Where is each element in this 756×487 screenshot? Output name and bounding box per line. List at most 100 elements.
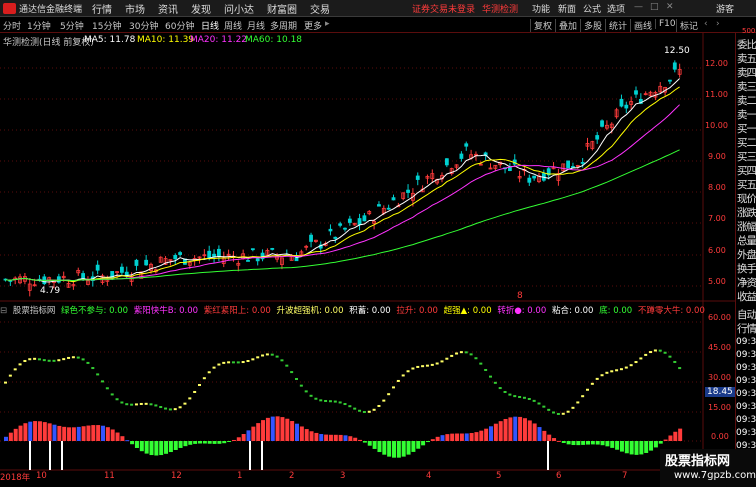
menu-item-wenxiaoda[interactable]: 问小达 bbox=[224, 1, 254, 16]
indicator-dot bbox=[125, 403, 129, 406]
menu-item-jiaoyi[interactable]: 交易 bbox=[310, 1, 330, 16]
indicator-dot bbox=[653, 349, 657, 352]
tool-huaxian[interactable]: 画线 bbox=[630, 19, 652, 32]
tool-fuquan[interactable]: 复权 bbox=[530, 19, 552, 32]
indicator-dot bbox=[362, 410, 366, 413]
menu-item-hangqing[interactable]: 行情 bbox=[92, 1, 112, 16]
indicator-bar bbox=[67, 427, 72, 441]
tool-tongji[interactable]: 统计 bbox=[605, 19, 627, 32]
indicator-bar bbox=[605, 441, 610, 447]
guest-label[interactable]: 游客 bbox=[716, 2, 734, 15]
period-1min[interactable]: 1分钟 bbox=[27, 19, 51, 32]
indicator-dot bbox=[57, 359, 61, 362]
indicator-dot bbox=[561, 412, 565, 415]
indicator-bar bbox=[532, 423, 537, 441]
indicator-dot bbox=[198, 384, 201, 387]
tool-biaoji[interactable]: 标记 bbox=[676, 19, 698, 32]
period-monthly[interactable]: 月线 bbox=[247, 19, 265, 32]
tool-diejia[interactable]: 叠加 bbox=[555, 19, 577, 32]
indicator-dot bbox=[440, 360, 444, 363]
indicator-menu-icon[interactable]: ⊟ bbox=[0, 306, 7, 316]
candle-body bbox=[464, 143, 469, 147]
indicator-dot bbox=[8, 374, 12, 377]
indicator-dot bbox=[600, 374, 604, 377]
indicator-dot bbox=[658, 349, 662, 352]
indicator-name: 股票指标网 bbox=[12, 306, 56, 316]
indicator-bar bbox=[358, 439, 363, 441]
indicator-bar bbox=[503, 418, 508, 441]
period-fenshi[interactable]: 分时 bbox=[3, 19, 21, 32]
indicator-dot bbox=[455, 352, 459, 355]
menu-item-xuanxiang[interactable]: 选项 bbox=[607, 2, 625, 15]
x-axis-label: 2018年 bbox=[0, 473, 31, 483]
period-5min[interactable]: 5分钟 bbox=[60, 19, 84, 32]
indicator-bar bbox=[508, 417, 513, 441]
indicator-bar bbox=[81, 426, 86, 441]
maximize-icon[interactable]: □ bbox=[650, 2, 659, 12]
indicator-dot bbox=[290, 371, 294, 374]
period-30min[interactable]: 30分钟 bbox=[129, 19, 158, 32]
indicator-bar bbox=[425, 441, 430, 443]
indicator-bar bbox=[396, 441, 401, 458]
quote-label: 卖三 bbox=[737, 81, 756, 93]
indicator-bar bbox=[173, 441, 178, 450]
next-icon[interactable]: › bbox=[716, 19, 720, 29]
stock-link[interactable]: 华测检测 bbox=[482, 2, 518, 15]
more-chevron-icon[interactable]: ▸ bbox=[325, 19, 330, 29]
menu-item-shichang[interactable]: 市场 bbox=[125, 1, 145, 16]
prev-icon[interactable]: ‹ bbox=[704, 19, 708, 29]
login-warning[interactable]: 证券交易未登录 bbox=[412, 2, 475, 15]
indicator-dot bbox=[377, 404, 381, 407]
quote-label: 委比 bbox=[737, 39, 756, 51]
menu-item-xinmian[interactable]: 新面 bbox=[558, 2, 576, 15]
minimize-icon[interactable]: — bbox=[634, 2, 643, 12]
indicator-bar bbox=[392, 441, 396, 458]
indicator-bar bbox=[619, 441, 624, 452]
x-axis-label: 1 bbox=[237, 471, 243, 481]
price-axis-label: 11.00 bbox=[705, 90, 728, 99]
indicator-bar bbox=[615, 441, 620, 450]
indicator-bar bbox=[387, 441, 392, 457]
indicator-bar bbox=[513, 416, 518, 441]
candle-body bbox=[343, 227, 347, 230]
period-multi[interactable]: 多周期 bbox=[270, 19, 297, 32]
period-more[interactable]: 更多 bbox=[304, 19, 322, 32]
tool-f10[interactable]: F10 bbox=[655, 19, 676, 29]
indicator-dot bbox=[52, 359, 56, 362]
candle-body bbox=[459, 153, 464, 159]
indicator-dot bbox=[489, 375, 492, 378]
close-icon[interactable]: ✕ bbox=[666, 2, 674, 12]
indicator-bar bbox=[474, 432, 479, 441]
indicator-dot bbox=[474, 357, 478, 360]
candle-body bbox=[634, 90, 638, 95]
kline-chart[interactable] bbox=[0, 33, 735, 487]
chart-area[interactable]: 华测检测(日线 前复权) MA5: 11.78 MA10: 11.39 MA20… bbox=[0, 27, 756, 487]
indicator-axis-label: 30.00 bbox=[708, 373, 731, 382]
menu-item-caifuquan[interactable]: 财富圈 bbox=[267, 1, 297, 16]
indicator-dot bbox=[236, 361, 240, 364]
indicator-bar bbox=[130, 441, 135, 445]
period-60min[interactable]: 60分钟 bbox=[165, 19, 194, 32]
indicator-bar bbox=[566, 441, 571, 445]
indicator-bar bbox=[338, 434, 343, 441]
indicator-item: 底: 0.00 bbox=[599, 306, 633, 316]
menu-item-gongshi[interactable]: 公式 bbox=[583, 2, 601, 15]
tab-quote[interactable]: 行情 bbox=[737, 321, 756, 336]
indicator-dot bbox=[115, 398, 119, 401]
quote-label: 净资 bbox=[737, 277, 756, 289]
indicator-bar bbox=[285, 418, 290, 441]
indicator-dot bbox=[552, 411, 556, 414]
indicator-bar bbox=[362, 441, 367, 443]
indicator-axis-label: 15.00 bbox=[708, 403, 731, 412]
period-daily[interactable]: 日线 bbox=[201, 19, 219, 32]
menu-item-gongneng[interactable]: 功能 bbox=[532, 2, 550, 15]
indicator-dot bbox=[522, 396, 526, 399]
indicator-bar bbox=[489, 426, 493, 441]
menu-item-faxian[interactable]: 发现 bbox=[191, 1, 211, 16]
period-15min[interactable]: 15分钟 bbox=[92, 19, 121, 32]
tool-duogu[interactable]: 多股 bbox=[580, 19, 602, 32]
menu-item-zixun[interactable]: 资讯 bbox=[158, 1, 178, 16]
period-weekly[interactable]: 周线 bbox=[224, 19, 242, 32]
indicator-bar bbox=[314, 432, 319, 441]
tab-auto[interactable]: 自动 bbox=[737, 307, 756, 322]
